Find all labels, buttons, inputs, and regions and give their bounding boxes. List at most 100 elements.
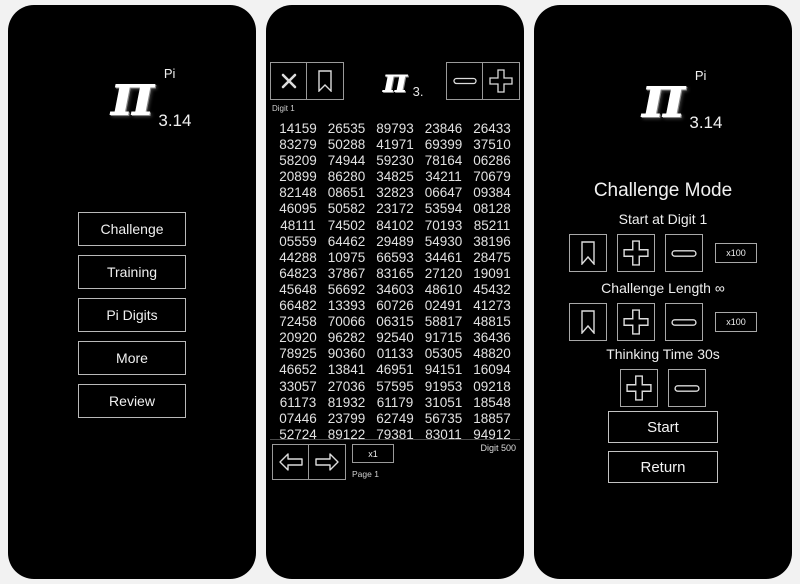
- digit-group: 05559: [279, 233, 317, 249]
- challenge-length-increase-button[interactable]: [617, 303, 655, 341]
- digit-group: 69399: [424, 137, 463, 153]
- digit-group: 94151: [424, 362, 463, 378]
- digit-row: 64823 37867 83165 27120 19091: [272, 266, 518, 282]
- challenge-length-decrease-button[interactable]: [665, 303, 703, 341]
- digit-group: 45432: [473, 281, 511, 297]
- digit-group: 66482: [279, 298, 317, 314]
- digit-group: 34603: [376, 281, 414, 297]
- bookmark-icon: [318, 70, 332, 92]
- digit-group: 05305: [424, 346, 463, 362]
- digit-row: 20899 86280 34825 34211 70679: [272, 169, 518, 185]
- digit-group: 44288: [279, 249, 317, 265]
- digit-group: 23172: [376, 201, 414, 217]
- digit-group: 31051: [424, 394, 463, 410]
- page-navigation: [272, 444, 346, 480]
- thinking-time-increase-button[interactable]: [620, 369, 658, 407]
- digit-group: 09218: [473, 378, 511, 394]
- digit-row: 72458 70066 06315 58817 48815: [272, 314, 518, 330]
- start-digit-controls: x100: [534, 234, 792, 272]
- digit-row: 83279 50288 41971 69399 37510: [272, 137, 518, 153]
- digit-group: 37510: [473, 137, 511, 153]
- digit-group: 34825: [376, 169, 414, 185]
- bookmark-button[interactable]: [307, 62, 344, 100]
- menu-button-challenge[interactable]: Challenge: [78, 212, 186, 246]
- close-icon: [279, 71, 299, 91]
- start-digit-decrease-button[interactable]: [665, 234, 703, 272]
- next-page-button[interactable]: [309, 444, 346, 480]
- start-digit-group: Start at Digit 1 x100: [534, 211, 792, 272]
- return-button[interactable]: Return: [608, 451, 718, 483]
- digit-group: 91953: [424, 378, 463, 394]
- digit-row: 20920 96282 92540 91715 36436: [272, 330, 518, 346]
- digit-row: 14159 26535 89793 23846 26433: [272, 121, 518, 137]
- digit-row: 48111 74502 84102 70193 85211: [272, 218, 518, 234]
- minus-icon: [452, 75, 477, 87]
- plus-icon: [623, 309, 649, 335]
- digit-group: 64823: [279, 265, 317, 281]
- home-menu: Challenge Training Pi Digits More Review: [8, 212, 256, 418]
- start-digit-bookmark-button[interactable]: [569, 234, 607, 272]
- decrease-button[interactable]: [446, 62, 484, 100]
- start-button[interactable]: Start: [608, 411, 718, 443]
- digit-group: 70066: [327, 314, 366, 330]
- digit-group: 96282: [327, 330, 366, 346]
- digit-group: 48610: [424, 281, 463, 297]
- digit-row: 46652 13841 46951 94151 16094: [272, 362, 518, 378]
- arrow-left-icon: [278, 452, 304, 472]
- digit-group: 48815: [473, 314, 511, 330]
- increase-button[interactable]: [483, 62, 521, 100]
- logo-subscript: 3.14: [689, 113, 723, 132]
- menu-button-training[interactable]: Training: [78, 255, 186, 289]
- digit-group: 41273: [473, 298, 511, 314]
- minus-icon: [674, 382, 700, 395]
- digit-group: 60726: [376, 298, 414, 314]
- digit-group: 66593: [376, 249, 414, 265]
- digit-group: 92540: [376, 330, 414, 346]
- digit-group: 28475: [473, 249, 511, 265]
- thinking-time-decrease-button[interactable]: [668, 369, 706, 407]
- digit-group: 57595: [376, 378, 414, 394]
- digit-group: 82148: [279, 185, 317, 201]
- digit-group: 29489: [376, 233, 414, 249]
- digit-group: 06315: [376, 314, 414, 330]
- digit-row: 44288 10975 66593 34461 28475: [272, 250, 518, 266]
- step-multiplier-button[interactable]: x1: [352, 444, 394, 463]
- challenge-length-bookmark-button[interactable]: [569, 303, 607, 341]
- digit-group: 53594: [424, 201, 463, 217]
- menu-button-pi-digits[interactable]: Pi Digits: [78, 298, 186, 332]
- digit-group: 74944: [327, 153, 366, 169]
- menu-button-review[interactable]: Review: [78, 384, 186, 418]
- digit-group: 20899: [279, 169, 317, 185]
- digit-group: 27120: [424, 265, 463, 281]
- start-digit-increase-button[interactable]: [617, 234, 655, 272]
- digit-group: 56692: [327, 281, 366, 297]
- previous-page-button[interactable]: [272, 444, 309, 480]
- digit-group: 26535: [327, 121, 366, 136]
- thinking-time-label: Thinking Time 30s: [606, 346, 720, 362]
- digit-group: 50288: [327, 137, 366, 153]
- screenshot-stage: π Pi 3.14 Challenge Training Pi Digits M…: [0, 0, 800, 584]
- digit-row: 82148 08651 32823 06647 09384: [272, 185, 518, 201]
- digit-group: 78925: [279, 346, 317, 362]
- logo-subscript: 3.14: [158, 111, 192, 130]
- pi-symbol: π: [110, 60, 155, 130]
- app-logo: π Pi 3.14: [534, 67, 792, 131]
- phone-screen-challenge: π Pi 3.14 Challenge Mode Start at Digit …: [534, 5, 792, 579]
- digit-group: 09384: [473, 185, 511, 201]
- digit-group: 13393: [327, 298, 366, 314]
- digit-group: 56735: [424, 410, 463, 426]
- close-button[interactable]: [270, 62, 307, 100]
- digit-group: 58817: [424, 314, 463, 330]
- digit-group: 46951: [376, 362, 414, 378]
- digit-group: 23799: [327, 410, 366, 426]
- challenge-actions: Start Return: [534, 411, 792, 483]
- digit-group: 72458: [279, 314, 317, 330]
- digit-group: 38196: [473, 233, 511, 249]
- digit-row: 61173 81932 61179 31051 18548: [272, 395, 518, 411]
- challenge-length-label: Challenge Length ∞: [601, 280, 725, 296]
- start-digit-multiplier-button[interactable]: x100: [715, 243, 757, 263]
- digit-group: 16094: [473, 362, 511, 378]
- challenge-length-multiplier-button[interactable]: x100: [715, 312, 757, 332]
- menu-button-more[interactable]: More: [78, 341, 186, 375]
- challenge-length-controls: x100: [534, 303, 792, 341]
